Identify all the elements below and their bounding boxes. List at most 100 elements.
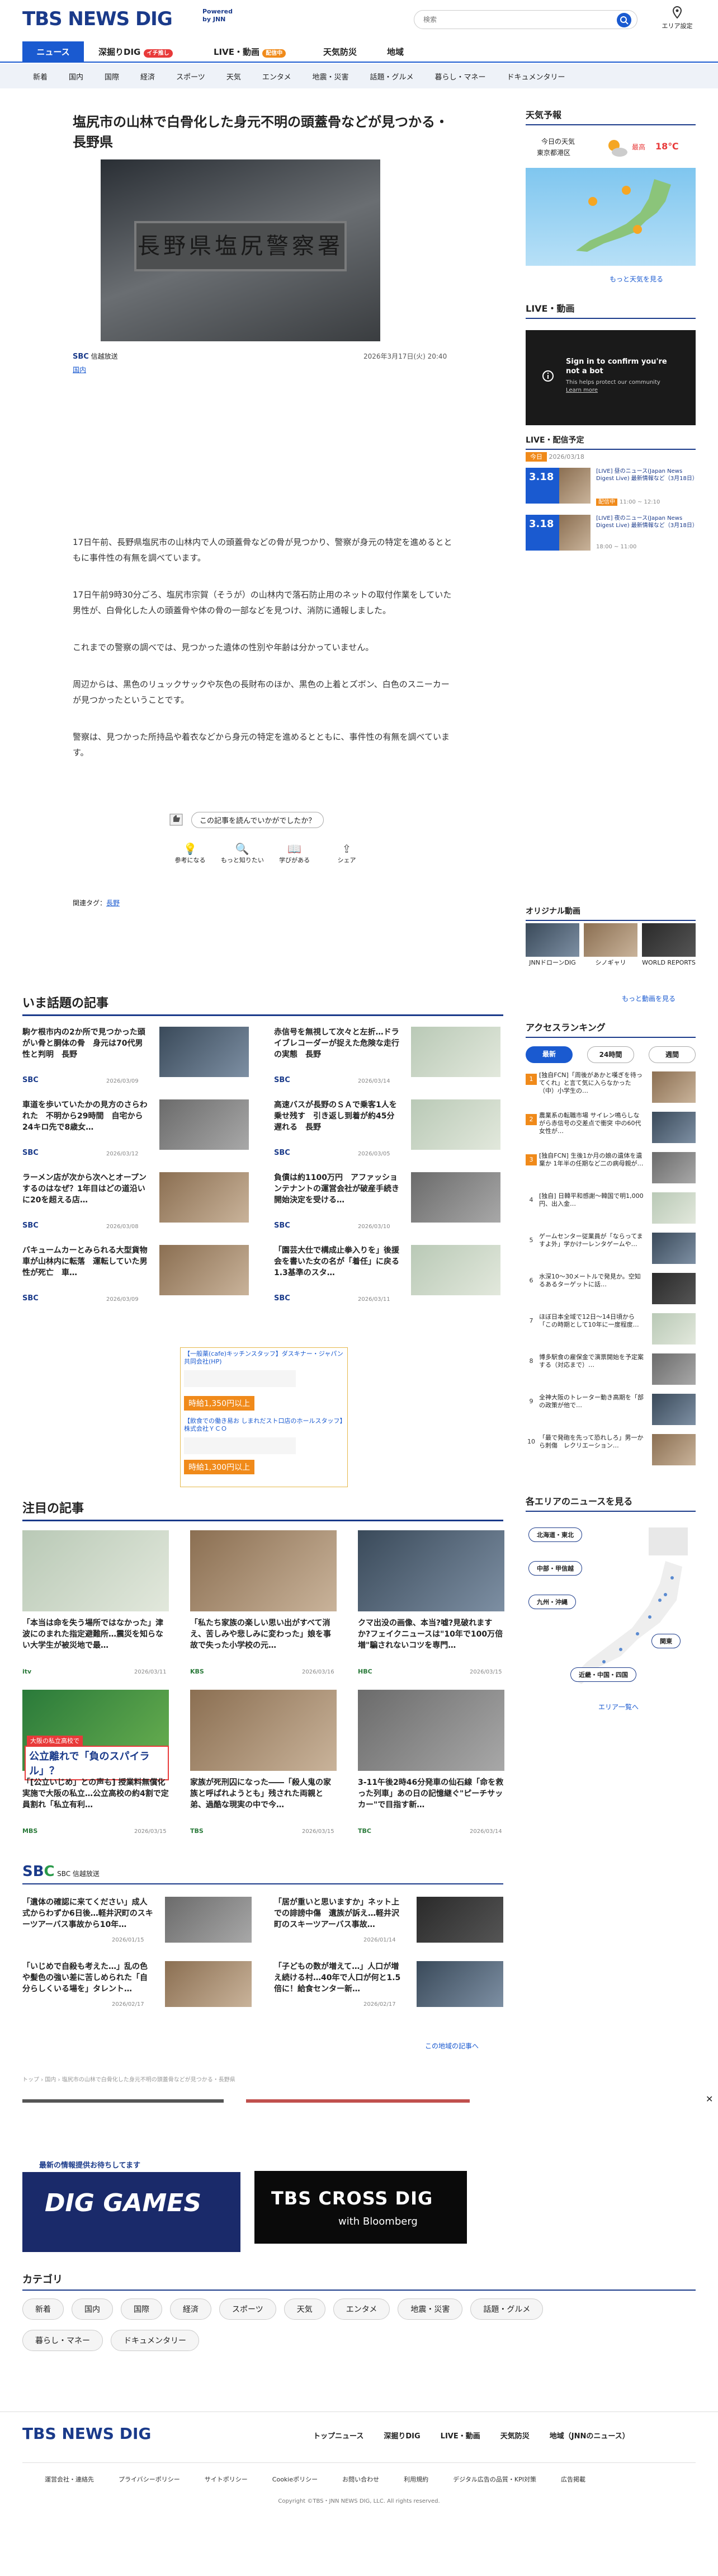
- area-region-button[interactable]: 近畿・中国・四国: [570, 1667, 636, 1682]
- category-pill[interactable]: ドキュメンタリー: [111, 2330, 199, 2351]
- ranking-item[interactable]: 10 「最で発砲を先って恐れしろ」男一から刺傷 レクリエーション…: [526, 1434, 696, 1471]
- category-pill[interactable]: エンタメ: [333, 2298, 390, 2320]
- featured-card[interactable]: クマ出没の画像、本当?嘘?見破れますか?フェイクニュースは"10年で100万倍増…: [358, 1530, 504, 1681]
- local-card[interactable]: 「遺体の確認に来てください」成人式からわずか6日後…軽井沢町のスキーツアーバス事…: [22, 1897, 252, 1953]
- footer-link[interactable]: 利用規約: [404, 2475, 428, 2484]
- reaction-button[interactable]: 💡 参考になる: [168, 842, 212, 864]
- ranking-item[interactable]: 1 [独自FCN]「周後があかと嘆ぎを待ってくれ」と言て気に入らなかった（中）小学…: [526, 1071, 696, 1108]
- local-card[interactable]: 「子どもの数が増えて…」人口が増え続ける村…40年で人口が何と1.5倍に！給食セ…: [274, 1961, 503, 2017]
- local-more-link[interactable]: この地域の記事へ: [425, 2041, 479, 2051]
- breadcrumb[interactable]: トップ › 国内 › 塩尻市の山林で白骨化した身元不明の頭蓋骨などが見つかる・長…: [22, 2075, 235, 2083]
- footer-link[interactable]: 広告掲載: [561, 2475, 585, 2484]
- original-video[interactable]: シノギャリ: [584, 923, 637, 967]
- nav-tab-weather[interactable]: 天気防災: [323, 46, 357, 58]
- subnav-item[interactable]: 国際: [94, 71, 130, 82]
- trending-thumbnail[interactable]: [411, 1172, 500, 1223]
- footer-logo[interactable]: TBS NEWS DIG: [22, 2424, 151, 2443]
- nav-tab-news[interactable]: ニュース: [22, 41, 84, 63]
- subnav-item[interactable]: 国内: [58, 71, 94, 82]
- area-region-button[interactable]: 中部・甲信越: [528, 1561, 582, 1576]
- featured-card[interactable]: 「本当は命を失う場所ではなかった」津波にのまれた指定避難所…震災を知らない大学生…: [22, 1530, 169, 1681]
- category-pill[interactable]: 地震・災害: [398, 2298, 463, 2320]
- reaction-button[interactable]: ⇪ シェア: [324, 842, 369, 864]
- featured-thumbnail[interactable]: 大阪の私立高校で 公立離れで「負のスパイラル」？: [22, 1690, 169, 1780]
- local-thumbnail[interactable]: [165, 1961, 252, 2007]
- reaction-button[interactable]: 🔍 もっと知りたい: [220, 842, 264, 864]
- trending-card[interactable]: 高速バスが長野のＳＡで乗客1人を乗せ残す 引き返し到着が約45分遅れる 長野 SB…: [274, 1099, 503, 1164]
- subnav-item[interactable]: スポーツ: [166, 71, 216, 82]
- search-input[interactable]: [423, 14, 602, 25]
- trending-card[interactable]: バキュームカーとみられる大型貨物車が山林内に転落 運転していた男性が死亡 車… S…: [22, 1245, 252, 1309]
- footer-link[interactable]: プライバシーポリシー: [119, 2475, 180, 2484]
- footer-link[interactable]: 運営会社・連絡先: [45, 2475, 94, 2484]
- nav-tab-region[interactable]: 地域: [387, 46, 404, 58]
- tag-link[interactable]: 長野: [106, 899, 120, 907]
- footer-nav-link[interactable]: 天気防災: [500, 2430, 530, 2441]
- ad-job1[interactable]: 【一般薬(cafe)キッチンスタッフ】ダスキナー・ジャパン共同会社(HP): [184, 1350, 344, 1366]
- trending-card[interactable]: 赤信号を無視して次々と左折…ドライブレコーダーが捉えた危険な走行の実態 長野 SB…: [274, 1027, 503, 1091]
- trending-thumbnail[interactable]: [159, 1245, 249, 1295]
- category-pill[interactable]: 天気: [284, 2298, 325, 2320]
- ranking-item[interactable]: 5 ゲームセンター従業員が「ならってますよ外」学かけ一レンタゲームや…: [526, 1233, 696, 1270]
- featured-card[interactable]: 「私たち家族の楽しい思い出がすべて消え、苦しみや悲しみに変わった」娘を事故で失っ…: [190, 1530, 337, 1681]
- local-thumbnail[interactable]: [417, 1897, 503, 1943]
- article-image[interactable]: 長野県塩尻警察署: [101, 159, 380, 341]
- site-logo[interactable]: TBS NEWS DIG: [22, 8, 173, 30]
- footer-nav-link[interactable]: 地域（JNNのニュース）: [550, 2430, 630, 2441]
- trending-card[interactable]: 車道を歩いていたかの見方のさらわれた 不明から29時間 自宅から24キロ先で8歳…: [22, 1099, 252, 1164]
- local-thumbnail[interactable]: [165, 1897, 252, 1943]
- nav-tab-dig[interactable]: 深掘りDIG イチ推し: [98, 46, 173, 58]
- weather-map[interactable]: [526, 168, 696, 266]
- area-region-button[interactable]: 北海道・東北: [528, 1527, 582, 1542]
- subnav-item[interactable]: 話題・グルメ: [359, 71, 424, 82]
- cross-dig-banner[interactable]: TBS CROSS DIG with Bloomberg: [254, 2171, 467, 2244]
- original-video[interactable]: WORLD REPORTS: [642, 923, 696, 967]
- category-pill[interactable]: 国内: [72, 2298, 113, 2320]
- weather-today[interactable]: 今日の天気 東京都港区 最高 18℃: [526, 129, 696, 168]
- trending-card[interactable]: 「園芸大仕で構成止拳入りを」後援会を書いた女の名が「着任」に戻る1.3基準のスタ…: [274, 1245, 503, 1309]
- area-region-button[interactable]: 関東: [651, 1634, 681, 1648]
- footer-link[interactable]: Cookieポリシー: [272, 2475, 318, 2484]
- footer-nav-link[interactable]: 深掘りDIG: [384, 2430, 420, 2441]
- close-icon[interactable]: ✕: [706, 2094, 713, 2104]
- category-pill[interactable]: 国際: [121, 2298, 162, 2320]
- local-card[interactable]: 「居が重いと思いますか」ネット上での誹謗中傷 遺族が訴え…軽井沢町のスキーツアー…: [274, 1897, 503, 1953]
- subnav-item[interactable]: ドキュメンタリー: [497, 71, 576, 82]
- ranking-item[interactable]: 8 博多駅食の雇保金で演票開始を予定案する（対応まで）…: [526, 1353, 696, 1390]
- trending-thumbnail[interactable]: [411, 1099, 500, 1150]
- local-thumbnail[interactable]: [417, 1961, 503, 2007]
- ranking-item[interactable]: 7 ほぼ日本全域で12日〜14日頃から「この時期として10年に一度程度…: [526, 1313, 696, 1350]
- footer-nav-link[interactable]: トップニュース: [313, 2430, 363, 2441]
- trending-thumbnail[interactable]: [159, 1172, 249, 1223]
- original-more-link[interactable]: もっと動画を見る: [622, 994, 676, 1003]
- job-ad[interactable]: 【一般薬(cafe)キッチンスタッフ】ダスキナー・ジャパン共同会社(HP) 時給…: [180, 1347, 348, 1487]
- footer-link[interactable]: お問い合わせ: [342, 2475, 379, 2484]
- trending-card[interactable]: ラーメン店が次から次へとオープンするのはなぜ？1年目はどの道沿いに20を超える店…: [22, 1172, 252, 1237]
- area-region-button[interactable]: 九州・沖縄: [528, 1595, 576, 1609]
- subnav-item[interactable]: 新着: [22, 71, 58, 82]
- trending-thumbnail[interactable]: [159, 1099, 249, 1150]
- nav-tab-live[interactable]: LIVE・動画 配信中: [214, 46, 286, 58]
- area-map[interactable]: 北海道・東北 中部・甲信越 九州・沖縄関東近畿・中国・四国: [526, 1522, 696, 1707]
- subnav-item[interactable]: 経済: [130, 71, 166, 82]
- live-player[interactable]: Sign in to confirm you're not a bot This…: [526, 330, 696, 425]
- trending-thumbnail[interactable]: [159, 1027, 249, 1077]
- area-setting[interactable]: エリア設定: [658, 6, 697, 30]
- article-category[interactable]: 国内: [73, 365, 86, 374]
- featured-thumbnail[interactable]: [190, 1530, 337, 1611]
- featured-card[interactable]: 家族が死刑囚になった――「殺人鬼の家族と呼ばれようとも」残された両親と弟、過酷な…: [190, 1690, 337, 1841]
- schedule-item[interactable]: 3.18 [LIVE] 夜のニュース(Japan News Digest Live…: [526, 515, 698, 558]
- category-pill[interactable]: 暮らし・マネー: [22, 2330, 103, 2351]
- ad-job2[interactable]: 【飲食での働き易お しまれだスト口店のホールスタッフ】株式会社ＹＣＯ: [184, 1417, 344, 1433]
- subnav-item[interactable]: エンタメ: [252, 71, 302, 82]
- ranking-tab[interactable]: 最新: [526, 1046, 573, 1063]
- ranking-item[interactable]: 9 全神大阪のトレーター動き高期を「部の政策が他で…: [526, 1394, 696, 1431]
- ranking-item[interactable]: 3 [独自FCN] 生後1か月の娘の遺体を遺棄か 1年半の任期など二の病母親が…: [526, 1152, 696, 1189]
- subnav-item[interactable]: 天気: [216, 71, 252, 82]
- subnav-item[interactable]: 地震・災害: [301, 71, 359, 82]
- trending-thumbnail[interactable]: [411, 1027, 500, 1077]
- trending-card[interactable]: 駒ケ根市内の2か所で見つかった頭がい骨と胴体の骨 身元は70代男性と判明 長野 S…: [22, 1027, 252, 1091]
- featured-thumbnail[interactable]: [358, 1690, 504, 1771]
- ranking-item[interactable]: 2 農業系の転職市場 サイレン鳴らしながら赤信号の交差点で衝突 中の60代女性が…: [526, 1112, 696, 1149]
- article-source[interactable]: SBC 信越放送: [73, 351, 118, 361]
